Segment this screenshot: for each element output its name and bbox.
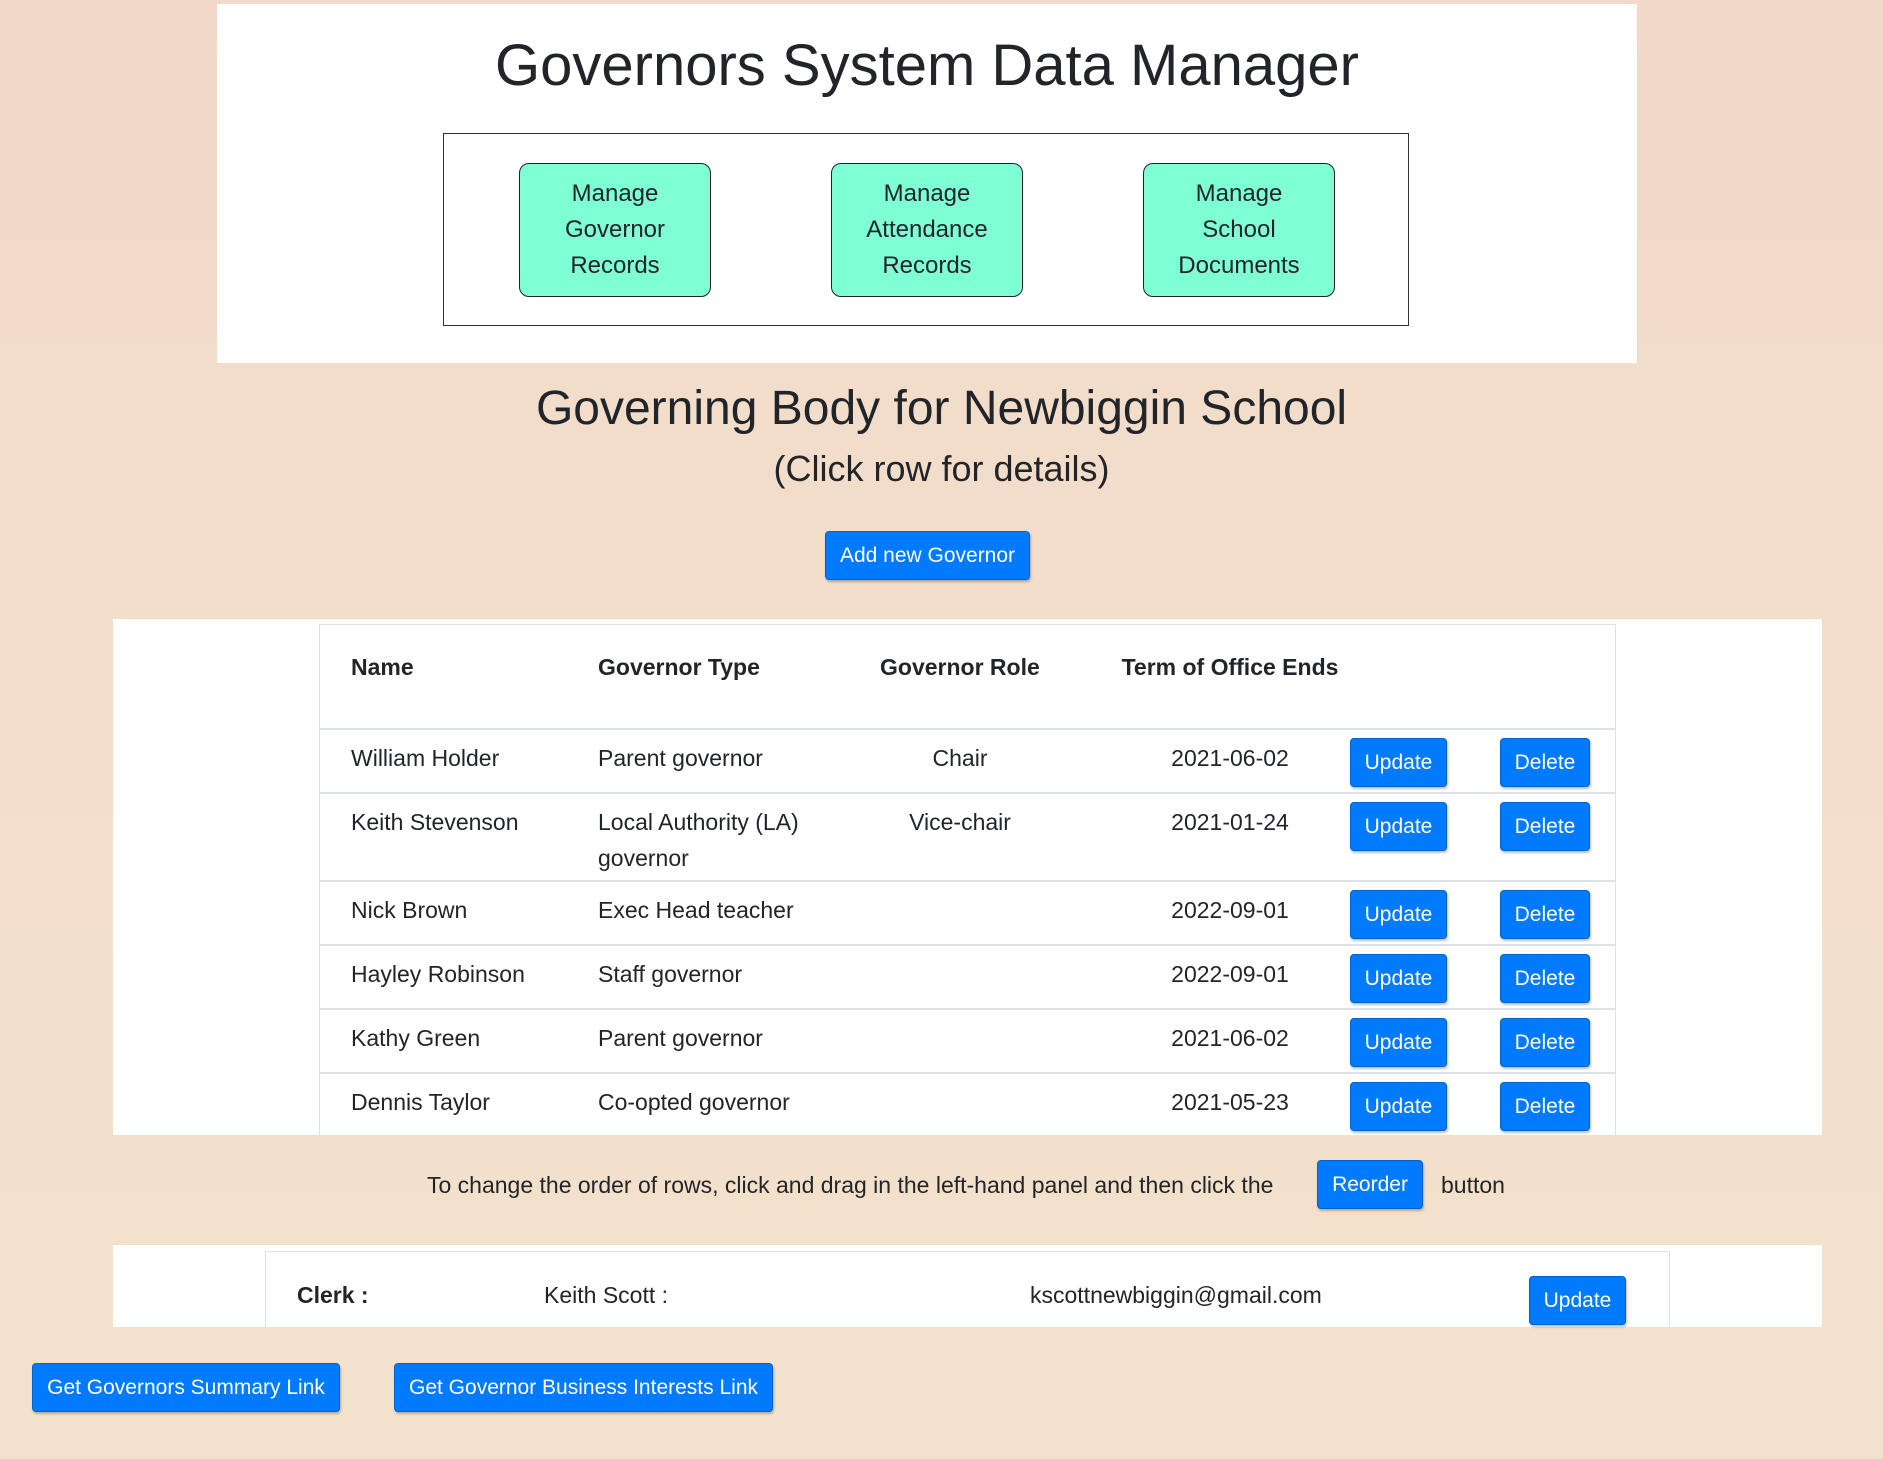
update-button[interactable]: Update [1350, 890, 1447, 939]
row-divider [320, 880, 1615, 882]
governor-name: Nick Brown [351, 897, 468, 923]
get-governors-summary-link-button[interactable]: Get Governors Summary Link [32, 1363, 340, 1412]
governors-table: Name Governor Type Governor Role Term of… [319, 624, 1616, 1135]
term-ends: 2021-01-24 [1171, 809, 1289, 835]
governor-type: Local Authority (LA) governor [598, 809, 799, 871]
clerk-row: Clerk : Keith Scott : kscottnewbiggin@gm… [265, 1251, 1670, 1327]
row-divider [320, 944, 1615, 946]
row-divider [320, 1072, 1615, 1074]
governor-name: Keith Stevenson [351, 809, 519, 835]
row-divider [320, 1008, 1615, 1010]
governor-name: Dennis Taylor [351, 1089, 490, 1115]
delete-button[interactable]: Delete [1500, 890, 1590, 939]
update-button[interactable]: Update [1350, 954, 1447, 1003]
manage-attendance-records-button[interactable]: Manage Attendance Records [831, 163, 1023, 297]
governing-body-title: Governing Body for Newbiggin School [535, 382, 1348, 435]
click-row-hint: (Click row for details) [773, 448, 1110, 489]
governor-role: Chair [932, 745, 988, 771]
manage-school-documents-button[interactable]: Manage School Documents [1143, 163, 1335, 297]
reorder-instruction: To change the order of rows, click and d… [427, 1172, 1274, 1198]
get-business-interests-link-button[interactable]: Get Governor Business Interests Link [394, 1363, 773, 1412]
reorder-button[interactable]: Reorder [1317, 1160, 1423, 1209]
governor-type: Parent governor [598, 745, 763, 771]
governor-type: Co-opted governor [598, 1089, 790, 1115]
governors-table-panel: Name Governor Type Governor Role Term of… [113, 619, 1822, 1135]
governor-role: Vice-chair [909, 809, 1011, 835]
row-divider [320, 792, 1615, 794]
governor-type: Exec Head teacher [598, 897, 794, 923]
update-button[interactable]: Update [1350, 1018, 1447, 1067]
manage-governor-records-button[interactable]: Manage Governor Records [519, 163, 711, 297]
delete-button[interactable]: Delete [1500, 1018, 1590, 1067]
header-divider [320, 728, 1615, 730]
app-title: Governors System Data Manager [495, 33, 1359, 98]
governor-name: William Holder [351, 745, 500, 771]
governor-type: Staff governor [598, 961, 743, 987]
update-button[interactable]: Update [1350, 1082, 1447, 1131]
term-ends: 2022-09-01 [1171, 961, 1289, 987]
term-ends: 2021-06-02 [1171, 1025, 1289, 1051]
delete-button[interactable]: Delete [1500, 802, 1590, 851]
column-header-term-ends: Term of Office Ends [1121, 654, 1339, 680]
clerk-name: Keith Scott : [544, 1282, 669, 1308]
term-ends: 2021-06-02 [1171, 745, 1289, 771]
clerk-email: kscottnewbiggin@gmail.com [1030, 1282, 1322, 1308]
add-new-governor-button[interactable]: Add new Governor [825, 531, 1030, 580]
clerk-label: Clerk : [297, 1282, 369, 1308]
header-panel: Governors System Data Manager Manage Gov… [217, 4, 1637, 363]
term-ends: 2021-05-23 [1171, 1089, 1289, 1115]
column-header-name: Name [351, 654, 414, 680]
update-button[interactable]: Update [1350, 738, 1447, 787]
delete-button[interactable]: Delete [1500, 738, 1590, 787]
column-header-governor-role: Governor Role [880, 654, 1040, 680]
reorder-instruction-suffix: button [1441, 1172, 1505, 1198]
management-menu: Manage Governor Records Manage Attendanc… [443, 133, 1409, 326]
clerk-panel: Clerk : Keith Scott : kscottnewbiggin@gm… [113, 1245, 1822, 1327]
delete-button[interactable]: Delete [1500, 954, 1590, 1003]
term-ends: 2022-09-01 [1171, 897, 1289, 923]
delete-button[interactable]: Delete [1500, 1082, 1590, 1131]
governor-name: Kathy Green [351, 1025, 481, 1051]
clerk-update-button[interactable]: Update [1529, 1276, 1626, 1325]
governor-name: Hayley Robinson [351, 961, 525, 987]
governor-type: Parent governor [598, 1025, 763, 1051]
column-header-governor-type: Governor Type [598, 654, 760, 680]
update-button[interactable]: Update [1350, 802, 1447, 851]
